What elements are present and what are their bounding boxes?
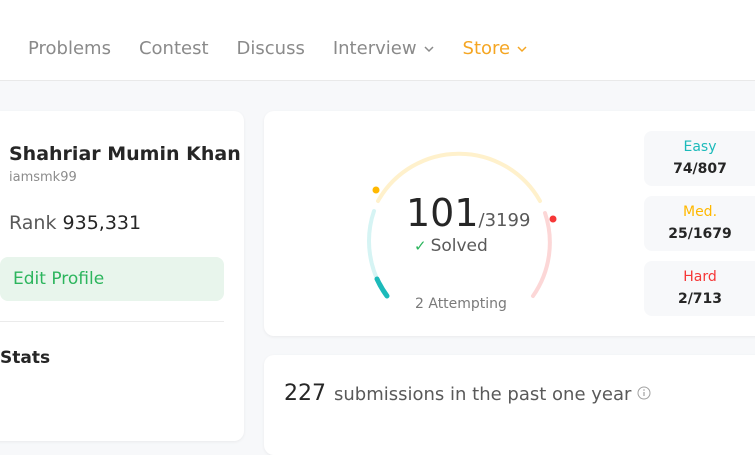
divider	[0, 321, 224, 322]
nav-store-label: Store	[462, 38, 511, 59]
solved-label: ✓ Solved	[414, 236, 488, 256]
hard-progress	[549, 215, 557, 223]
medium-stat: Med. 25/1679	[644, 196, 755, 251]
easy-value: 74/807	[673, 161, 727, 177]
edit-profile-label: Edit Profile	[13, 269, 105, 289]
easy-progress	[374, 276, 390, 299]
submissions-card: 227 submissions in the past one year	[264, 355, 755, 455]
solved-label-text: Solved	[430, 236, 488, 256]
submissions-text: submissions in the past one year	[334, 384, 632, 405]
rank-value: 935,331	[62, 212, 142, 234]
top-navbar: Problems Contest Discuss Interview Store	[0, 0, 755, 81]
solved-total: /3199	[478, 210, 531, 231]
chevron-down-icon	[517, 45, 527, 52]
main-nav: Problems Contest Discuss Interview Store	[28, 38, 556, 59]
user-rank: Rank 935,331	[9, 212, 141, 234]
info-icon[interactable]	[637, 386, 651, 400]
user-handle: iamsmk99	[9, 170, 77, 185]
nav-interview[interactable]: Interview	[333, 38, 435, 59]
medium-progress	[372, 186, 380, 194]
nav-contest-label: Contest	[138, 38, 209, 59]
nav-problems-label: Problems	[28, 38, 111, 59]
medium-value: 25/1679	[668, 226, 732, 242]
profile-card: Shahriar Mumin Khan iamsmk99 Rank 935,33…	[0, 111, 244, 441]
nav-interview-label: Interview	[332, 38, 417, 59]
nav-discuss-label: Discuss	[236, 38, 305, 59]
stats-heading: Stats	[0, 348, 51, 368]
easy-label: Easy	[683, 139, 717, 155]
medium-label: Med.	[682, 204, 718, 220]
nav-store[interactable]: Store	[463, 38, 529, 59]
hard-stat: Hard 2/713	[644, 261, 755, 316]
solved-count-block: 101/3199	[406, 191, 536, 235]
rank-label: Rank	[9, 212, 57, 234]
attempting-count: 2 Attempting	[415, 296, 507, 312]
nav-discuss[interactable]: Discuss	[237, 38, 305, 59]
user-name: Shahriar Mumin Khan	[9, 143, 241, 165]
nav-contest[interactable]: Contest	[139, 38, 209, 59]
easy-stat: Easy 74/807	[644, 131, 755, 186]
chevron-down-icon	[424, 45, 434, 52]
submissions-count: 227	[284, 381, 326, 406]
check-icon: ✓	[414, 237, 427, 255]
hard-label: Hard	[683, 269, 717, 285]
hard-value: 2/713	[677, 291, 723, 307]
solved-count: 101	[406, 191, 479, 235]
solved-problems-card: 101/3199 ✓ Solved 2 Attempting Easy 74/8…	[264, 111, 755, 336]
edit-profile-button[interactable]: Edit Profile	[0, 257, 224, 301]
nav-problems[interactable]: Problems	[28, 38, 111, 59]
submissions-summary: 227 submissions in the past one year	[284, 381, 651, 406]
